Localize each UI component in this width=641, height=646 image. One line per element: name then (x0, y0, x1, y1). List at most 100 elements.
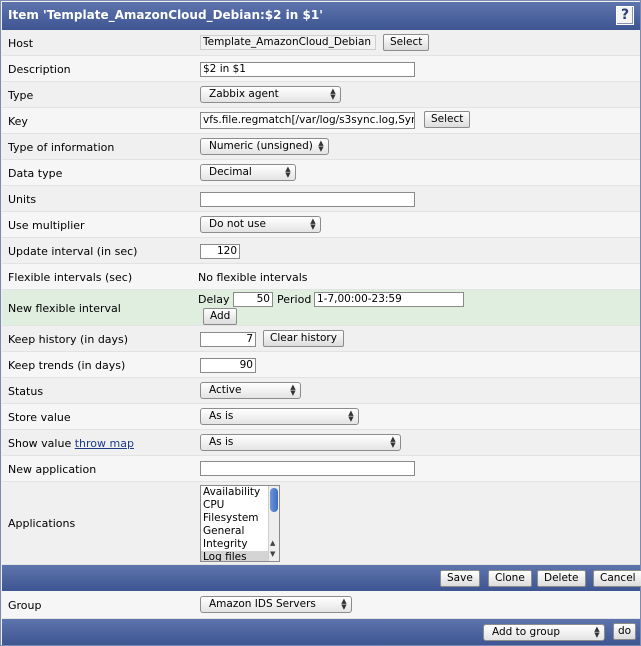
clone-button[interactable]: Clone (488, 570, 532, 587)
type-of-information-label: Type of information (8, 141, 115, 154)
store-value-value: As is (209, 410, 234, 422)
select-arrows-icon: ▲ ▼ (390, 435, 396, 449)
applications-label: Applications (8, 517, 76, 530)
row-new-flexible-interval: New flexible interval Delay 50 Period 1-… (2, 290, 640, 326)
keep-history-input[interactable]: 7 (200, 332, 256, 347)
select-arrows-icon: ▲ ▼ (285, 165, 291, 179)
listbox-scrollbar[interactable]: ▲ ▼ (268, 486, 279, 561)
delay-input[interactable]: 50 (233, 292, 273, 307)
save-button[interactable]: Save (440, 570, 480, 587)
row-use-multiplier: Use multiplier Do not use ▲ ▼ (2, 212, 640, 238)
units-label: Units (8, 193, 37, 206)
row-applications: Applications (2, 482, 640, 565)
type-of-information-value: Numeric (unsigned) (209, 140, 313, 152)
form-action-bar: Save Clone Delete Cancel (2, 565, 641, 591)
delay-label: Delay (198, 293, 230, 306)
item-form-window: Item 'Template_AmazonCloud_Debian:$2 in … (0, 0, 641, 646)
data-type-select[interactable]: Decimal ▲ ▼ (200, 164, 296, 181)
select-arrows-icon: ▲ ▼ (594, 625, 600, 639)
delete-button[interactable]: Delete (537, 570, 586, 587)
store-value-label: Store value (8, 411, 71, 424)
status-value: Active (209, 384, 242, 396)
period-label: Period (277, 293, 312, 306)
row-keep-trends: Keep trends (in days) 90 (2, 352, 640, 378)
period-input[interactable]: 1-7,00:00-23:59 (314, 292, 464, 307)
scrollbar-thumb[interactable] (270, 488, 278, 512)
show-value-value: As is (209, 436, 234, 448)
cancel-button[interactable]: Cancel (593, 570, 641, 587)
row-data-type: Data type Decimal ▲ ▼ (2, 160, 640, 186)
scroll-up-icon[interactable]: ▲ (270, 539, 275, 547)
group-action-select[interactable]: Add to group ▲ ▼ (483, 624, 605, 641)
type-label: Type (8, 89, 34, 102)
row-show-value: Show value throw map As is ▲ ▼ (2, 430, 640, 456)
select-arrows-icon: ▲ ▼ (318, 139, 324, 153)
update-interval-label: Update interval (in sec) (8, 245, 138, 258)
do-button[interactable]: do (613, 623, 637, 640)
units-input[interactable] (200, 192, 415, 207)
new-flexible-interval-label: New flexible interval (8, 302, 121, 315)
host-label: Host (8, 37, 34, 50)
show-value-label: Show value (8, 437, 72, 450)
key-label: Key (8, 115, 28, 128)
window-title: Item 'Template_AmazonCloud_Debian:$2 in … (8, 8, 323, 22)
scroll-down-icon[interactable]: ▼ (270, 550, 275, 558)
status-select[interactable]: Active ▲ ▼ (200, 382, 301, 399)
show-value-label-group: Show value throw map (8, 437, 134, 450)
row-description: Description $2 in $1 (2, 56, 640, 82)
store-value-select[interactable]: As is ▲ ▼ (200, 408, 359, 425)
window-titlebar: Item 'Template_AmazonCloud_Debian:$2 in … (2, 2, 640, 30)
footer-bar: Add to group ▲ ▼ do (2, 619, 640, 645)
type-select[interactable]: Zabbix agent ▲ ▼ (200, 86, 341, 103)
row-host: Host Template_AmazonCloud_Debian Select (2, 30, 640, 56)
use-multiplier-value: Do not use (209, 218, 266, 230)
row-new-application: New application (2, 456, 640, 482)
select-arrows-icon: ▲ ▼ (310, 217, 316, 231)
select-arrows-icon: ▲ ▼ (290, 383, 296, 397)
group-select[interactable]: Amazon IDS Servers ▲ ▼ (200, 596, 352, 613)
help-icon[interactable]: ? (616, 6, 634, 25)
keep-history-label: Keep history (in days) (8, 333, 129, 346)
description-label: Description (8, 63, 71, 76)
group-label: Group (8, 599, 42, 612)
add-flexible-interval-button[interactable]: Add (203, 308, 238, 325)
row-type: Type Zabbix agent ▲ ▼ (2, 82, 640, 108)
row-group: Group Amazon IDS Servers ▲ ▼ (2, 591, 640, 619)
flexible-intervals-value: No flexible intervals (198, 271, 308, 284)
row-flexible-intervals: Flexible intervals (sec) No flexible int… (2, 264, 640, 290)
select-arrows-icon: ▲ ▼ (330, 87, 336, 101)
row-type-of-information: Type of information Numeric (unsigned) ▲… (2, 134, 640, 160)
host-select-button[interactable]: Select (383, 34, 430, 51)
row-keep-history: Keep history (in days) 7 Clear history (2, 326, 640, 352)
use-multiplier-label: Use multiplier (8, 219, 85, 232)
key-input[interactable]: vfs.file.regmatch[/var/log/s3sync.log,Sy… (200, 112, 415, 129)
keep-trends-label: Keep trends (in days) (8, 359, 126, 372)
row-update-interval: Update interval (in sec) 120 (2, 238, 640, 264)
type-select-value: Zabbix agent (209, 88, 279, 100)
select-arrows-icon: ▲ ▼ (341, 597, 347, 611)
row-units: Units (2, 186, 640, 212)
host-field: Template_AmazonCloud_Debian (200, 35, 376, 50)
data-type-label: Data type (8, 167, 63, 180)
group-action-value: Add to group (492, 626, 561, 638)
status-label: Status (8, 385, 44, 398)
row-key: Key vfs.file.regmatch[/var/log/s3sync.lo… (2, 108, 640, 134)
type-of-information-select[interactable]: Numeric (unsigned) ▲ ▼ (200, 138, 329, 155)
show-value-select[interactable]: As is ▲ ▼ (200, 434, 401, 451)
use-multiplier-select[interactable]: Do not use ▲ ▼ (200, 216, 321, 233)
update-interval-input[interactable]: 120 (200, 244, 240, 259)
throw-map-link[interactable]: throw map (75, 437, 134, 450)
description-input[interactable]: $2 in $1 (200, 62, 415, 77)
select-arrows-icon: ▲ ▼ (348, 409, 354, 423)
flexible-intervals-label: Flexible intervals (sec) (8, 271, 133, 284)
applications-listbox[interactable]: Availability CPU Filesystem General Inte… (200, 485, 280, 562)
data-type-value: Decimal (209, 166, 252, 178)
keep-trends-input[interactable]: 90 (200, 358, 256, 373)
row-status: Status Active ▲ ▼ (2, 378, 640, 404)
clear-history-button[interactable]: Clear history (263, 330, 344, 347)
new-application-input[interactable] (200, 461, 415, 476)
key-select-button[interactable]: Select (424, 111, 471, 128)
group-value: Amazon IDS Servers (209, 598, 316, 610)
new-application-label: New application (8, 463, 97, 476)
row-store-value: Store value As is ▲ ▼ (2, 404, 640, 430)
